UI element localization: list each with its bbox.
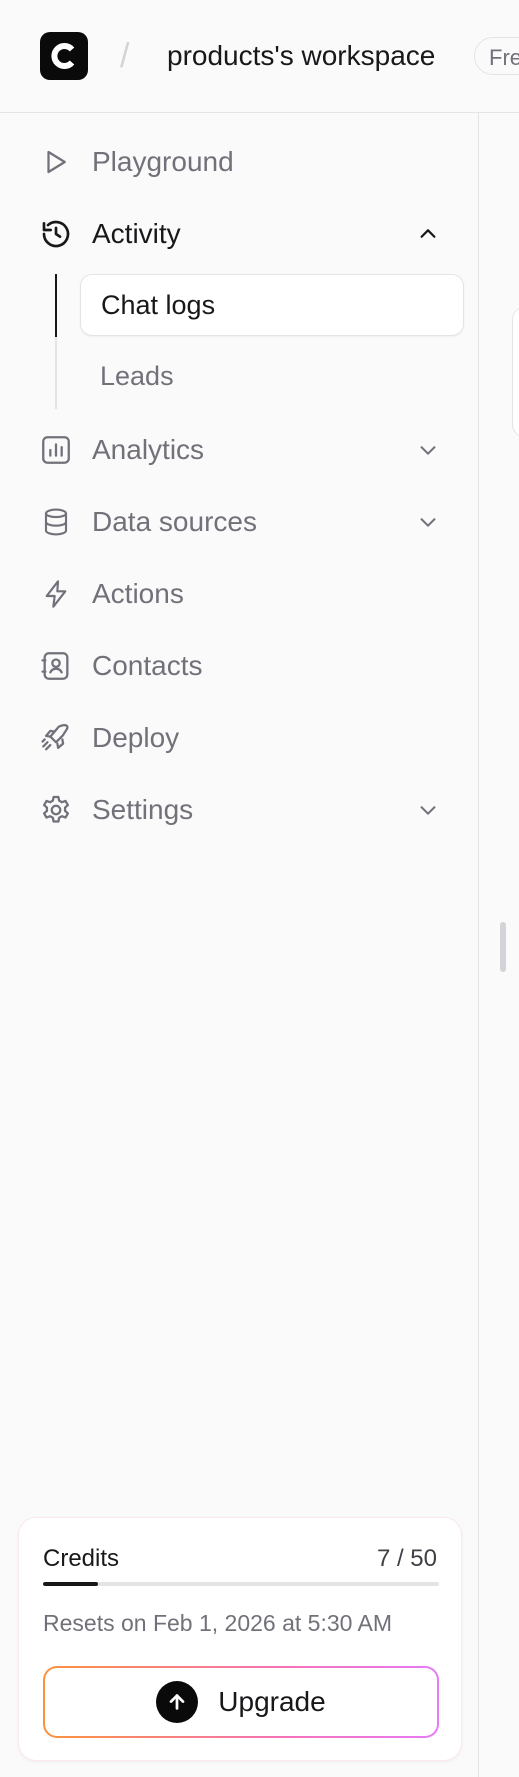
sidebar-item-contacts[interactable]: Contacts [36,638,456,694]
sidebar-item-label: Playground [92,146,234,177]
app-window: / products's workspace Free Playground A… [0,0,519,1777]
contact-icon [36,646,76,686]
rocket-icon [36,718,76,758]
plan-badge: Free [474,37,519,75]
breadcrumb-separator: / [120,37,130,75]
app-logo[interactable] [40,32,88,80]
chevron-up-icon[interactable] [412,218,444,250]
sidebar-item-label: Settings [92,794,194,825]
content-card-edge [512,306,519,438]
sub-nav-line [55,337,57,409]
workspace-name[interactable]: products's workspace [167,38,435,74]
sidebar-item-data-sources[interactable]: Data sources [36,494,456,550]
credits-title: Credits [43,1545,120,1572]
sidebar-item-activity[interactable]: Activity [36,206,456,262]
history-icon [36,214,76,254]
credits-progress-bar [43,1582,439,1586]
sidebar-item-label: Data sources [92,506,257,537]
sidebar-item-label: Contacts [92,650,203,681]
play-icon [36,142,76,182]
credits-card: Credits 7 / 50 Resets on Feb 1, 2026 at … [18,1517,462,1761]
bolt-icon [36,574,76,614]
sidebar-subitem-leads[interactable]: Leads [80,346,464,408]
sidebar-item-settings[interactable]: Settings [36,782,456,838]
chevron-down-icon[interactable] [412,506,444,538]
chevron-down-icon[interactable] [412,794,444,826]
arrow-up-icon [156,1681,199,1723]
gear-icon [36,790,76,830]
top-header: / products's workspace Free [0,0,519,113]
upgrade-button[interactable]: Upgrade [43,1666,439,1738]
chevron-down-icon[interactable] [412,434,444,466]
database-icon [36,502,76,542]
resize-handle[interactable] [500,922,506,972]
upgrade-button-inner: Upgrade [45,1668,437,1736]
sidebar-item-label: Deploy [92,722,180,753]
upgrade-label: Upgrade [218,1686,326,1717]
sidebar-item-label: Activity [92,218,181,249]
sub-nav-indicator-active [55,274,57,337]
sidebar-item-label: Analytics [92,434,205,465]
sidebar-item-actions[interactable]: Actions [36,566,456,622]
sidebar-item-analytics[interactable]: Analytics [36,422,456,478]
logo-c-icon [51,43,75,69]
credits-progress-fill [43,1582,99,1586]
sidebar-divider [478,113,479,1777]
credits-reset-text: Resets on Feb 1, 2026 at 5:30 AM [43,1610,393,1636]
sidebar-subitem-chat-logs[interactable]: Chat logs [80,274,464,336]
sidebar-item-deploy[interactable]: Deploy [36,710,456,766]
chart-icon [36,430,76,470]
credits-count: 7 / 50 [376,1545,437,1572]
sidebar-item-playground[interactable]: Playground [36,134,456,190]
sidebar-item-label: Actions [92,578,184,609]
